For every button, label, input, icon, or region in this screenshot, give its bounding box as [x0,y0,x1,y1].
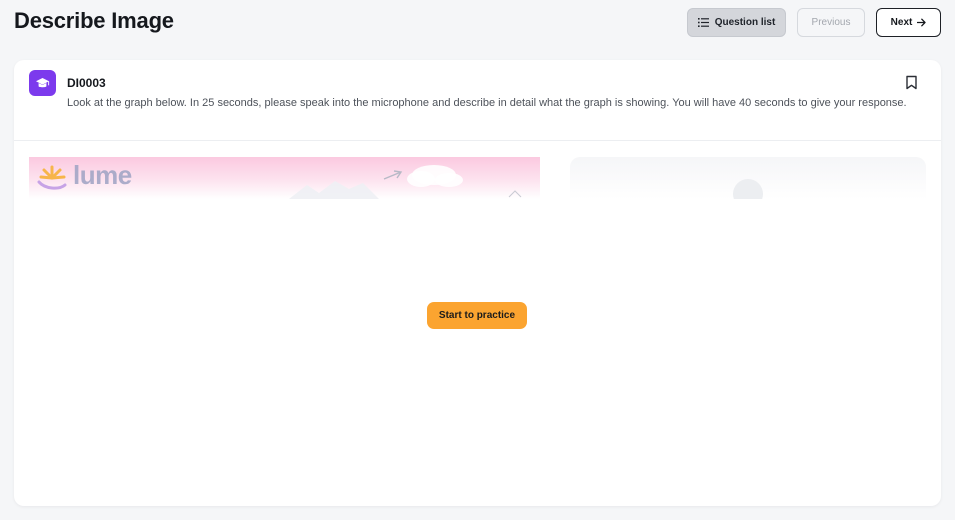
next-label: Next [890,17,913,28]
next-button[interactable]: Next [876,8,941,37]
arrow-right-icon [917,18,926,27]
image-preview: lume [29,157,540,199]
question-list-button[interactable]: Question list [687,8,786,37]
question-list-label: Question list [714,17,776,28]
response-panel-preview [570,157,926,199]
microphone-placeholder-icon [733,179,763,199]
start-practice-button[interactable]: Start to practice [427,302,527,329]
question-instructions: Look at the graph below. In 25 seconds, … [67,97,907,109]
page-header: Describe Image Question list Previous Ne… [0,0,955,48]
question-header: DI0003 Look at the graph below. In 25 se… [14,60,941,141]
bookmark-icon[interactable] [905,75,918,90]
logo-mark-icon [37,165,67,190]
question-card: DI0003 Look at the graph below. In 25 se… [14,60,941,506]
previous-label: Previous [811,17,851,28]
logo-text: lume [73,160,132,190]
previous-button[interactable]: Previous [797,8,865,37]
question-type-badge [29,70,56,96]
question-id: DI0003 [67,76,106,90]
page-title: Describe Image [14,8,174,33]
graduation-cap-icon [36,77,50,87]
decorative-cloud-art [289,165,522,199]
list-icon [697,18,709,27]
